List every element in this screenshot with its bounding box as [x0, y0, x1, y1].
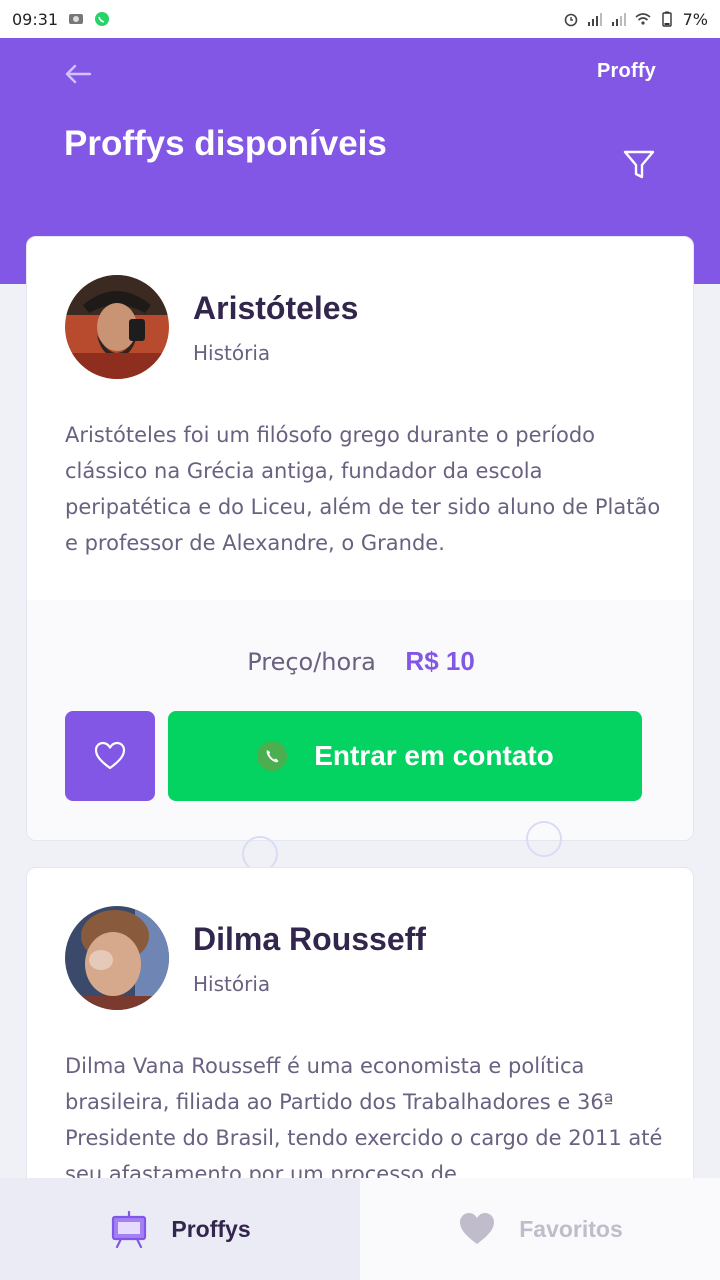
whatsapp-notification-icon [95, 12, 110, 26]
price-row: Preço/hora R$ 10 [27, 646, 693, 677]
teacher-profile: Aristóteles História [65, 275, 358, 379]
page-title: Proffys disponíveis [64, 124, 387, 163]
alarm-icon [564, 13, 577, 27]
back-arrow-icon[interactable] [62, 58, 94, 90]
avatar [65, 275, 169, 379]
easel-icon [112, 1210, 147, 1249]
tab-label: Proffys [171, 1215, 251, 1242]
contact-label: Entrar em contato [314, 740, 554, 771]
wifi-icon [635, 13, 651, 25]
teacher-card: Aristóteles História Aristóteles foi um … [26, 236, 694, 841]
bottom-tab-bar: Proffys Favoritos [0, 1178, 720, 1280]
card-footer: Preço/hora R$ 10 Entrar em contato [27, 600, 693, 840]
brand-logo: Proffy [597, 60, 656, 82]
favorite-button[interactable] [65, 711, 155, 801]
tab-label: Favoritos [519, 1215, 623, 1242]
signal-icon-2 [611, 13, 626, 26]
tab-favoritos[interactable]: Favoritos [360, 1178, 720, 1280]
teacher-subject: História [193, 971, 271, 996]
teacher-name: Dilma Rousseff [193, 920, 426, 957]
avatar [65, 906, 169, 1010]
price-label: Preço/hora [247, 648, 376, 676]
price-value: R$ 10 [405, 646, 475, 676]
contact-button[interactable]: Entrar em contato [168, 711, 642, 801]
teacher-subject: História [193, 340, 271, 365]
notification-image-icon [69, 14, 84, 24]
battery-icon [661, 11, 672, 27]
battery-percent: 7% [682, 9, 708, 29]
teacher-bio: Dilma Vana Rousseff é uma economista e p… [65, 1054, 663, 1186]
teacher-profile: Dilma Rousseff História [65, 906, 426, 1010]
status-time: 09:31 [12, 9, 59, 29]
whatsapp-icon [257, 741, 288, 771]
status-bar: 09:31 7% [0, 0, 720, 38]
teacher-name: Aristóteles [193, 289, 359, 326]
tab-proffys[interactable]: Proffys [0, 1178, 360, 1280]
teacher-bio: Aristóteles foi um filósofo grego durant… [65, 423, 661, 555]
scroll-indicator [526, 821, 562, 857]
filter-icon[interactable] [622, 148, 656, 182]
heart-icon [460, 1213, 495, 1244]
heart-outline-icon [94, 741, 126, 770]
signal-icon [587, 13, 602, 26]
